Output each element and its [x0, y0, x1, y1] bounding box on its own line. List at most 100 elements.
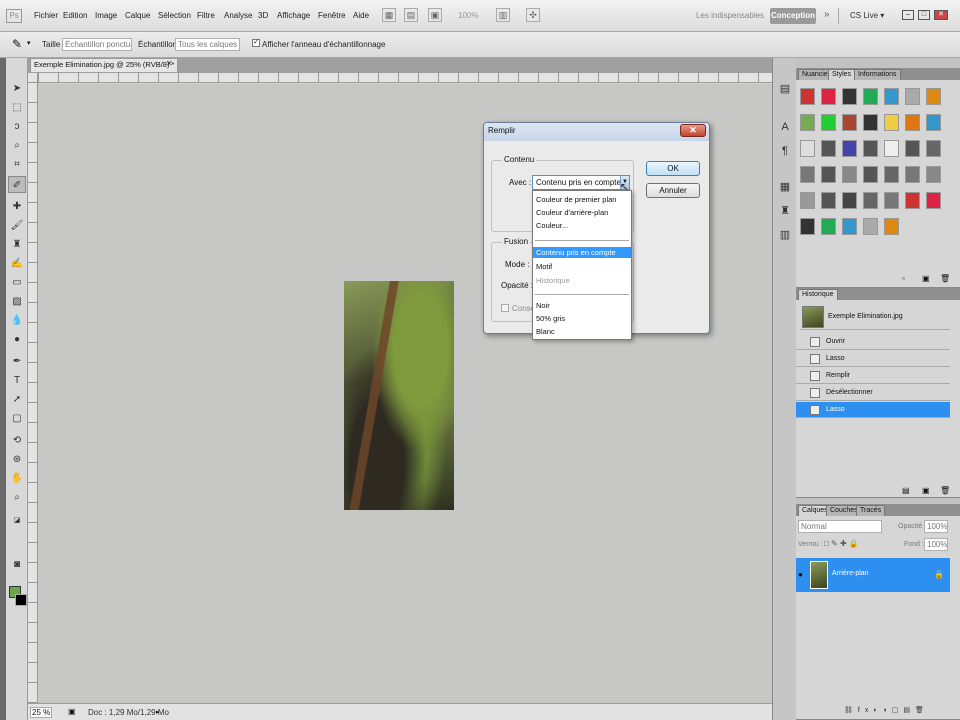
style-swatch[interactable]	[884, 140, 899, 157]
taille-select[interactable]: Échantillon ponctuel	[62, 38, 132, 51]
style-swatch[interactable]	[800, 88, 815, 105]
style-swatch[interactable]	[863, 140, 878, 157]
lock-icons[interactable]: □ ✎ ✚ 🔒	[824, 539, 859, 548]
layer-comps-icon[interactable]: ▤	[778, 82, 792, 96]
opacity-field[interactable]: 100%	[924, 520, 948, 533]
fill-field[interactable]: 100%	[924, 538, 948, 551]
history-item[interactable]: Désélectionner	[796, 385, 950, 401]
style-swatch[interactable]	[842, 140, 857, 157]
style-swatch[interactable]	[821, 218, 836, 235]
option-couleur-premier-plan[interactable]: Couleur de premier plan	[533, 194, 631, 205]
quick-selection-tool-icon[interactable]: ⌕	[8, 137, 26, 154]
crop-tool-icon[interactable]: ⌗	[8, 156, 26, 173]
style-swatch[interactable]	[821, 140, 836, 157]
close-tab-icon[interactable]: ✕	[166, 59, 173, 68]
eyedropper-tool-icon[interactable]: ✐	[8, 176, 26, 193]
style-swatch[interactable]	[863, 114, 878, 131]
style-swatch[interactable]	[842, 218, 857, 235]
actions-icon[interactable]: ▦	[778, 180, 792, 194]
document-tab[interactable]: Exemple Elimination.jpg @ 25% (RVB/8) *	[30, 58, 178, 72]
shape-tool-icon[interactable]: ▢	[8, 410, 26, 427]
eye-icon[interactable]: ●	[798, 570, 803, 579]
new-document-from-state-icon[interactable]: ▤	[902, 486, 910, 495]
menu-aide[interactable]: Aide	[353, 11, 369, 20]
styles-grid[interactable]	[798, 86, 954, 235]
tab-styles[interactable]: Styles	[828, 69, 856, 80]
minibridge-icon[interactable]: ▤	[404, 8, 418, 22]
style-swatch[interactable]	[842, 114, 857, 131]
trash-icon[interactable]: 🗑	[940, 274, 950, 283]
style-swatch[interactable]	[926, 114, 941, 131]
style-swatch[interactable]	[842, 166, 857, 183]
tab-historique[interactable]: Historique	[798, 289, 838, 300]
style-swatch[interactable]	[884, 218, 899, 235]
style-swatch[interactable]	[821, 114, 836, 131]
style-swatch[interactable]	[926, 140, 941, 157]
add-style-icon[interactable]: ▣	[922, 274, 930, 283]
option-couleur[interactable]: Couleur...	[533, 220, 631, 231]
style-swatch[interactable]	[800, 218, 815, 235]
layer-name[interactable]: Arrière-plan	[832, 570, 869, 577]
history-item-selected[interactable]: Lasso	[796, 402, 950, 418]
option-noir[interactable]: Noir	[533, 300, 631, 311]
style-swatch[interactable]	[863, 88, 878, 105]
sampling-ring-checkbox[interactable]: ✓	[252, 39, 260, 47]
3d-orbit-tool-icon[interactable]: ⊛	[8, 451, 26, 468]
style-swatch[interactable]	[800, 114, 815, 131]
clone-stamp-tool-icon[interactable]: ♜	[8, 236, 26, 253]
ok-button[interactable]: OK	[646, 161, 700, 176]
brush-tool-icon[interactable]: 🖌	[8, 217, 26, 234]
echantillon-select[interactable]: Tous les calques	[175, 38, 240, 51]
horizontal-ruler[interactable]	[38, 73, 772, 83]
dodge-tool-icon[interactable]: ●	[8, 331, 26, 348]
trash-icon[interactable]: 🗑	[940, 486, 950, 495]
eraser-tool-icon[interactable]: ▭	[8, 274, 26, 291]
style-swatch[interactable]	[905, 166, 920, 183]
menu-fenetre[interactable]: Fenêtre	[318, 11, 346, 20]
cs-live-menu[interactable]: CS Live ▾	[850, 8, 884, 24]
option-50-gris[interactable]: 50% gris	[533, 313, 631, 324]
style-swatch[interactable]	[884, 166, 899, 183]
bridge-icon[interactable]: ▦	[382, 8, 396, 22]
more-workspaces-icon[interactable]: »	[824, 9, 830, 20]
zoom-level-menu[interactable]: 100%	[458, 11, 478, 20]
style-swatch[interactable]	[842, 192, 857, 209]
document-image[interactable]	[344, 281, 454, 510]
style-swatch[interactable]	[884, 114, 899, 131]
style-swatch[interactable]	[863, 192, 878, 209]
style-swatch[interactable]	[863, 166, 878, 183]
history-brush-tool-icon[interactable]: ✍	[8, 255, 26, 272]
style-swatch[interactable]	[821, 166, 836, 183]
avec-select[interactable]: Contenu pris en compte	[532, 175, 630, 190]
menu-filtre[interactable]: Filtre	[197, 11, 215, 20]
new-style-icon[interactable]: ▫	[902, 274, 905, 283]
history-item[interactable]: Remplir	[796, 368, 950, 384]
style-swatch[interactable]	[926, 192, 941, 209]
annuler-button[interactable]: Annuler	[646, 183, 700, 198]
menu-affichage[interactable]: Affichage	[277, 11, 310, 20]
pen-tool-icon[interactable]: ✒	[8, 353, 26, 370]
style-swatch[interactable]	[905, 114, 920, 131]
lasso-tool-icon[interactable]: ↄ	[8, 118, 26, 135]
quick-mask-icon[interactable]: ◙	[8, 556, 26, 573]
background-color-swatch[interactable]	[15, 594, 27, 606]
conserver-checkbox[interactable]	[501, 304, 509, 312]
clone-source-icon[interactable]: ♜	[778, 204, 792, 218]
style-swatch[interactable]	[821, 88, 836, 105]
style-swatch[interactable]	[884, 192, 899, 209]
brush-presets-icon[interactable]: ▥	[778, 228, 792, 242]
snapshot-icon[interactable]: ▣	[922, 486, 930, 495]
zoom-field[interactable]: 25 %	[30, 707, 52, 718]
vertical-ruler[interactable]	[28, 73, 38, 703]
style-swatch[interactable]	[800, 192, 815, 209]
chevron-down-icon[interactable]: ▾	[27, 39, 31, 47]
default-colors-icon[interactable]: ◪	[8, 512, 26, 529]
option-blanc[interactable]: Blanc	[533, 326, 631, 337]
option-motif[interactable]: Motif	[533, 261, 631, 272]
menu-analyse[interactable]: Analyse	[224, 11, 252, 20]
close-icon[interactable]: ✕	[680, 124, 706, 137]
style-swatch[interactable]	[842, 88, 857, 105]
spot-healing-brush-icon[interactable]: ✎	[12, 37, 22, 51]
style-swatch[interactable]	[884, 88, 899, 105]
style-swatch[interactable]	[905, 140, 920, 157]
